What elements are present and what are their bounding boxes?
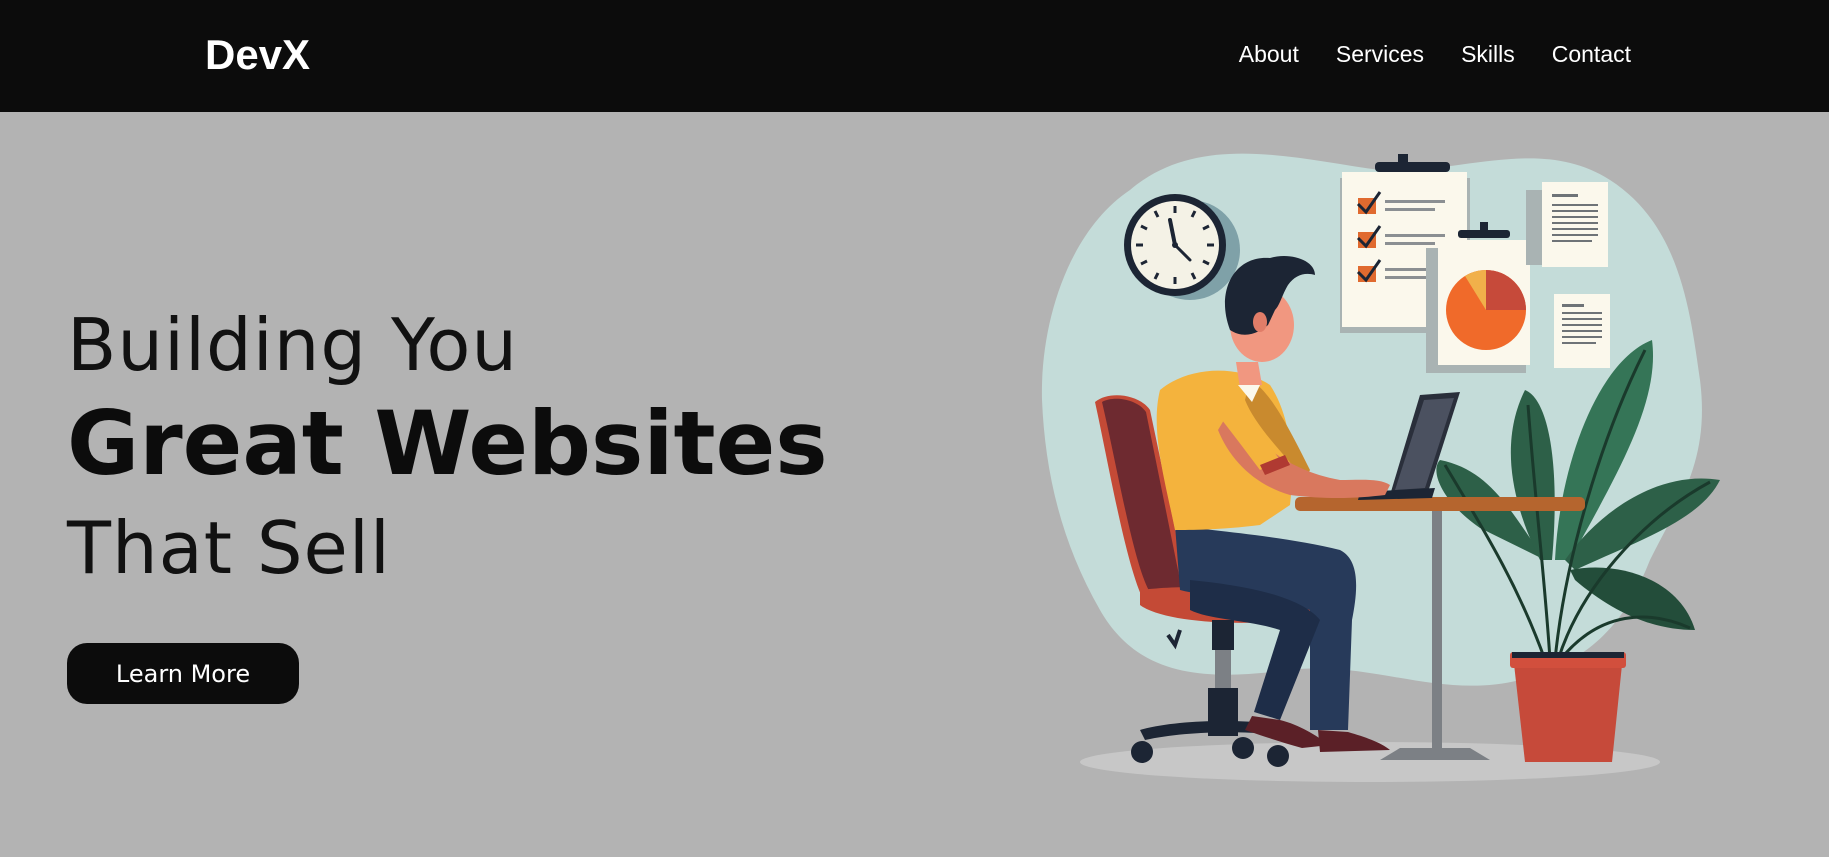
learn-more-button[interactable]: Learn More bbox=[67, 643, 299, 704]
nav-link-services[interactable]: Services bbox=[1336, 38, 1424, 70]
nav-links: About Services Skills Contact bbox=[1239, 38, 1631, 70]
hero-illustration bbox=[1040, 140, 1730, 790]
pie-chart-icon bbox=[1426, 222, 1530, 373]
hero-line-1: Building You bbox=[67, 303, 519, 387]
developer-illustration bbox=[1041, 153, 1720, 782]
hero-heading: Building You Great Websites That Sell bbox=[67, 300, 828, 596]
nav-link-about[interactable]: About bbox=[1239, 38, 1299, 70]
site-logo[interactable]: DevX bbox=[205, 28, 310, 82]
hero-line-2: Great Websites bbox=[67, 392, 828, 495]
document-icon bbox=[1554, 294, 1610, 368]
nav-link-skills[interactable]: Skills bbox=[1461, 38, 1515, 70]
nav-link-contact[interactable]: Contact bbox=[1552, 38, 1631, 70]
navbar: DevX About Services Skills Contact bbox=[0, 0, 1829, 112]
document-icon bbox=[1526, 182, 1608, 267]
hero-line-3: That Sell bbox=[67, 506, 391, 590]
